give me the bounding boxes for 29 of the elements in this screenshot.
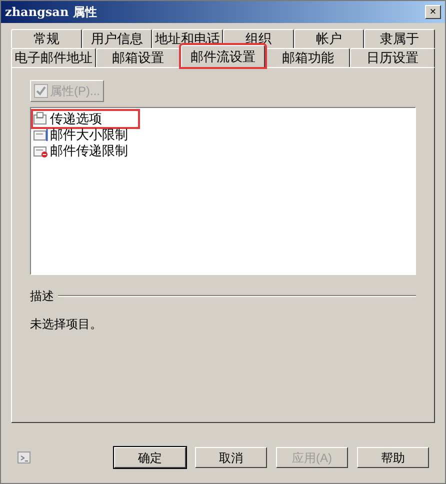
tab[interactable]: 隶属于 [364,29,436,48]
description-heading: 描述 [30,288,54,305]
checkmark-icon [34,84,48,98]
item-label: 传递选项 [50,110,102,128]
tab[interactable]: 常规 [11,29,82,48]
tab[interactable]: 日历设置 [350,48,435,67]
close-button[interactable]: × [425,5,441,19]
dialog-button: 应用(A) [276,447,348,468]
tab[interactable]: 邮箱功能 [265,48,350,67]
tab[interactable]: 邮箱设置 [96,48,181,67]
list-item[interactable]: 邮件大小限制 [33,127,413,143]
dialog-button[interactable]: 帮助 [357,447,429,468]
window-title: zhangsan 属性 [5,4,97,21]
tab[interactable]: 邮件流设置 [180,45,266,67]
envelope-icon [33,144,49,158]
item-label: 邮件传递限制 [50,142,128,160]
description-text: 未选择项目。 [30,316,103,333]
list-item[interactable]: 传递选项 [33,111,138,127]
console-icon[interactable] [17,450,33,466]
tab[interactable]: 用户信息 [82,29,152,48]
envelope-icon [33,128,49,142]
dialog-button[interactable]: 取消 [195,447,267,468]
tab[interactable]: 电子邮件地址 [11,48,96,67]
dialog-button[interactable]: 确定 [114,447,186,468]
envelope-icon [33,112,49,126]
item-label: 邮件大小限制 [50,126,128,144]
properties-button: 属性(P)... [30,80,104,102]
tab[interactable]: 帐户 [294,29,364,48]
list-item[interactable]: 邮件传递限制 [33,143,413,159]
